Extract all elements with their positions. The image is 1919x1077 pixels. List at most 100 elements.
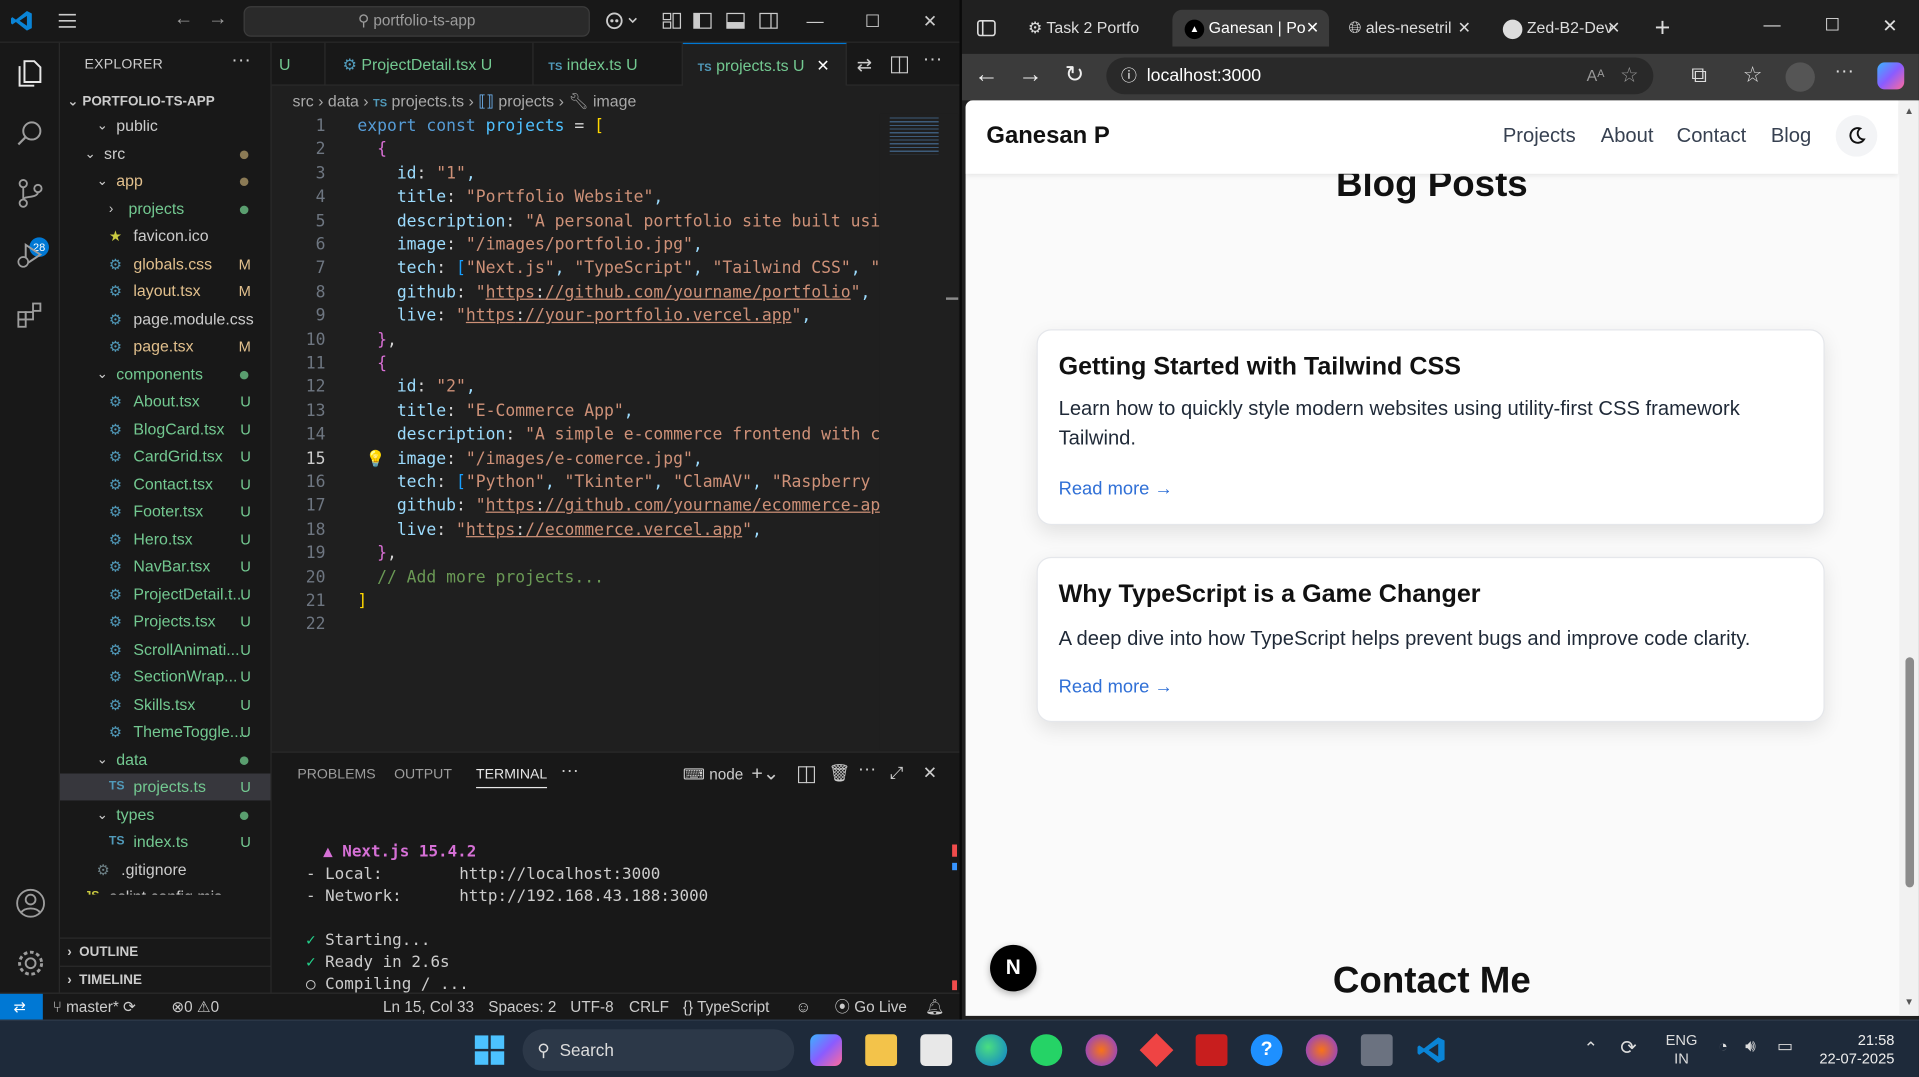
edge-browser-icon[interactable] xyxy=(975,1034,1008,1067)
tree-item[interactable]: ⚙ Projects.tsx U xyxy=(60,608,270,635)
address-bar[interactable]: ⓘ localhost:3000 Aᴬ ☆ xyxy=(1106,57,1654,95)
tab-problems[interactable]: PROBLEMS xyxy=(297,767,375,782)
maximize-panel-icon[interactable]: ⤢ xyxy=(890,762,904,783)
editor-tab[interactable]: TS index.ts U xyxy=(534,42,683,86)
extensions-icon[interactable] xyxy=(15,299,47,331)
copilot-status-icon[interactable]: ☺ xyxy=(795,994,811,1020)
tree-item[interactable]: ⚙ Skills.tsx U xyxy=(60,691,270,718)
close-icon[interactable]: ✕ xyxy=(1882,15,1897,37)
browser-tab[interactable]: ⚙ Task 2 Portfo xyxy=(1013,10,1157,47)
site-brand[interactable]: Ganesan P xyxy=(986,122,1109,150)
hamburger-menu-icon[interactable] xyxy=(56,10,78,32)
tree-item[interactable]: › projects xyxy=(60,195,270,222)
tree-item[interactable]: ⚙ Footer.tsx U xyxy=(60,498,270,525)
scroll-up-icon[interactable]: ▲ xyxy=(1904,105,1914,116)
close-panel-icon[interactable]: ✕ xyxy=(923,762,937,783)
split-editor-icon[interactable] xyxy=(890,56,909,74)
git-branch[interactable]: ⑂ master* ⟳ xyxy=(53,994,136,1020)
chevron-up-icon[interactable]: ⌃ xyxy=(1584,1038,1598,1059)
tree-item[interactable]: ⚙ About.tsx U xyxy=(60,388,270,415)
project-root-header[interactable]: ⌄ PORTFOLIO-TS-APP xyxy=(67,93,214,109)
new-tab-plus-icon[interactable]: + xyxy=(1655,12,1671,44)
command-center-search[interactable]: ⚲ portfolio-ts-app xyxy=(243,6,590,37)
copilot-app-icon[interactable] xyxy=(810,1034,842,1067)
tree-item[interactable]: ⚙ page.tsx M xyxy=(60,333,270,360)
microsoft-store-icon[interactable] xyxy=(920,1034,953,1067)
theme-toggle-button[interactable] xyxy=(1835,115,1878,157)
remote-indicator-icon[interactable]: ⇄ xyxy=(0,993,43,1020)
tree-item[interactable]: ⚙ BlogCard.tsx U xyxy=(60,416,270,443)
source-control-icon[interactable] xyxy=(15,177,47,209)
sync-status-icon[interactable]: ⟳ xyxy=(1620,1035,1636,1059)
breadcrumb-item[interactable]: projects.ts xyxy=(392,92,465,110)
forward-arrow-icon[interactable]: → xyxy=(208,9,228,30)
scroll-down-icon[interactable]: ▼ xyxy=(1904,996,1914,1007)
lightbulb-icon[interactable]: 💡 xyxy=(366,449,386,469)
encoding[interactable]: UTF-8 xyxy=(570,994,613,1020)
help-icon[interactable]: ? xyxy=(1250,1034,1283,1067)
accounts-icon[interactable] xyxy=(15,887,47,919)
tree-item[interactable]: ⌄ app xyxy=(60,168,270,195)
browser-tab-active[interactable]: ▲ Ganesan | Po ✕ xyxy=(1172,9,1330,47)
back-arrow-icon[interactable]: ← xyxy=(974,61,998,89)
tool-app-icon[interactable] xyxy=(1360,1034,1393,1067)
copilot-icon[interactable] xyxy=(603,10,640,32)
tree-item[interactable]: ⚙ ProjectDetail.t... U xyxy=(60,581,270,608)
tree-item[interactable]: ⌄ types xyxy=(60,801,270,828)
tree-item[interactable]: ⚙ CardGrid.tsx U xyxy=(60,443,270,470)
minimap[interactable] xyxy=(879,113,959,751)
explorer-files-icon[interactable] xyxy=(15,58,47,90)
forward-arrow-icon[interactable]: → xyxy=(1018,61,1042,89)
tree-item[interactable]: ⌄ src xyxy=(60,140,270,167)
toggle-primary-sidebar-icon[interactable] xyxy=(693,11,713,31)
timeline-section[interactable]: › TIMELINE xyxy=(59,965,271,993)
tree-item[interactable]: ★ favicon.ico xyxy=(60,223,270,250)
tree-item[interactable]: ⚙ NavBar.tsx U xyxy=(60,553,270,580)
minimize-icon[interactable]: — xyxy=(805,11,825,31)
read-aloud-icon[interactable]: Aᴬ xyxy=(1587,58,1605,95)
brave-browser-icon[interactable] xyxy=(1085,1034,1118,1067)
more-actions-icon[interactable]: ··· xyxy=(858,759,876,780)
split-terminal-icon[interactable] xyxy=(797,766,816,784)
compare-changes-icon[interactable]: ⇄ xyxy=(857,54,872,76)
clock[interactable]: 21:58 22-07-2025 xyxy=(1819,1032,1894,1069)
breadcrumb-item[interactable]: src xyxy=(272,92,313,110)
layout-customize-icon[interactable] xyxy=(662,11,682,31)
tree-item[interactable]: ⚙ Hero.tsx U xyxy=(60,526,270,553)
tab-terminal[interactable]: TERMINAL xyxy=(476,767,548,789)
nav-link-blog[interactable]: Blog xyxy=(1771,125,1811,148)
windows-start-icon[interactable] xyxy=(474,1034,506,1066)
more-actions-icon[interactable]: ··· xyxy=(923,49,943,71)
editor-tab-active[interactable]: TS projects.ts U ✕ xyxy=(682,42,847,86)
more-actions-icon[interactable]: ··· xyxy=(1834,61,1854,83)
favorites-icon[interactable]: ☆ xyxy=(1743,62,1763,88)
more-actions-icon[interactable]: ··· xyxy=(231,50,251,72)
trash-icon[interactable]: 🗑︎ xyxy=(829,762,851,783)
go-live-button[interactable]: ⦿ Go Live xyxy=(835,994,907,1020)
toggle-panel-icon[interactable] xyxy=(726,11,746,31)
line-ending[interactable]: CRLF xyxy=(629,994,669,1020)
outline-section[interactable]: › OUTLINE xyxy=(59,937,271,965)
tab-output[interactable]: OUTPUT xyxy=(394,767,452,782)
tab-actions-icon[interactable] xyxy=(977,18,997,38)
close-tab-icon[interactable]: ✕ xyxy=(1306,10,1319,47)
page-scrollbar[interactable]: ▲ ▼ xyxy=(1899,100,1919,1016)
tree-item[interactable]: ⚙ globals.css M xyxy=(60,250,270,277)
close-tab-icon[interactable]: ✕ xyxy=(816,56,829,74)
terminal-output[interactable]: ▲ Next.js 15.4.2 - Local: http://localhos… xyxy=(306,842,708,996)
tree-item[interactable]: ⚙ ScrollAnimati... U xyxy=(60,636,270,663)
mcafee-icon[interactable] xyxy=(1195,1034,1228,1067)
scrollbar-thumb[interactable] xyxy=(1905,657,1915,888)
breadcrumb-item[interactable]: projects xyxy=(498,92,554,110)
notifications-bell-icon[interactable]: 🔔︎ xyxy=(925,994,944,1020)
terminal-shell-selector[interactable]: ⌨ node xyxy=(683,765,743,783)
nav-link-contact[interactable]: Contact xyxy=(1677,125,1747,148)
tree-item[interactable]: ⚙ .gitignore xyxy=(60,856,270,883)
nav-link-projects[interactable]: Projects xyxy=(1503,125,1576,148)
tree-item[interactable]: ⌄ components xyxy=(60,360,270,387)
breadcrumb-item[interactable]: image xyxy=(593,92,636,110)
favorite-star-icon[interactable]: ☆ xyxy=(1620,58,1639,95)
nextjs-dev-badge[interactable]: N xyxy=(990,944,1037,992)
more-actions-icon[interactable]: ··· xyxy=(561,760,579,781)
new-terminal-plus-icon[interactable]: +⌄ xyxy=(751,761,779,785)
